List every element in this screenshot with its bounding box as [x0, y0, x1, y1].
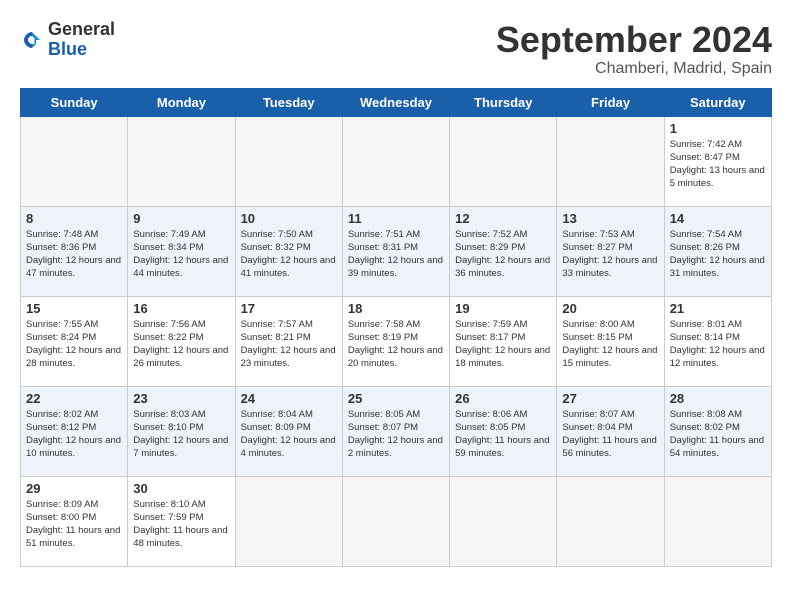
table-row: 27Sunrise: 8:07 AM Sunset: 8:04 PM Dayli… — [557, 386, 664, 476]
header-friday: Friday — [557, 88, 664, 116]
header-wednesday: Wednesday — [342, 88, 449, 116]
weekday-header-row: Sunday Monday Tuesday Wednesday Thursday… — [21, 88, 772, 116]
table-row: 1Sunrise: 7:42 AM Sunset: 8:47 PM Daylig… — [664, 116, 771, 206]
table-row — [235, 476, 342, 566]
table-row: 12Sunrise: 7:52 AM Sunset: 8:29 PM Dayli… — [450, 206, 557, 296]
table-row — [235, 116, 342, 206]
table-row: 10Sunrise: 7:50 AM Sunset: 8:32 PM Dayli… — [235, 206, 342, 296]
title-section: September 2024 Chamberi, Madrid, Spain — [496, 20, 772, 78]
table-row: 19Sunrise: 7:59 AM Sunset: 8:17 PM Dayli… — [450, 296, 557, 386]
header: General Blue September 2024 Chamberi, Ma… — [20, 20, 772, 78]
location-title: Chamberi, Madrid, Spain — [496, 60, 772, 78]
table-row: 26Sunrise: 8:06 AM Sunset: 8:05 PM Dayli… — [450, 386, 557, 476]
header-thursday: Thursday — [450, 88, 557, 116]
table-row — [128, 116, 235, 206]
header-tuesday: Tuesday — [235, 88, 342, 116]
table-row: 11Sunrise: 7:51 AM Sunset: 8:31 PM Dayli… — [342, 206, 449, 296]
page-container: General Blue September 2024 Chamberi, Ma… — [20, 20, 772, 567]
logo-icon — [20, 28, 44, 52]
logo: General Blue — [20, 20, 115, 60]
table-row: 15Sunrise: 7:55 AM Sunset: 8:24 PM Dayli… — [21, 296, 128, 386]
table-row: 17Sunrise: 7:57 AM Sunset: 8:21 PM Dayli… — [235, 296, 342, 386]
table-row: 20Sunrise: 8:00 AM Sunset: 8:15 PM Dayli… — [557, 296, 664, 386]
table-row: 14Sunrise: 7:54 AM Sunset: 8:26 PM Dayli… — [664, 206, 771, 296]
table-row: 8Sunrise: 7:48 AM Sunset: 8:36 PM Daylig… — [21, 206, 128, 296]
table-row — [664, 476, 771, 566]
header-monday: Monday — [128, 88, 235, 116]
table-row: 18Sunrise: 7:58 AM Sunset: 8:19 PM Dayli… — [342, 296, 449, 386]
table-row — [342, 116, 449, 206]
table-row: 13Sunrise: 7:53 AM Sunset: 8:27 PM Dayli… — [557, 206, 664, 296]
table-row: 16Sunrise: 7:56 AM Sunset: 8:22 PM Dayli… — [128, 296, 235, 386]
month-title: September 2024 — [496, 20, 772, 60]
logo-text: General Blue — [48, 20, 115, 60]
table-row: 29Sunrise: 8:09 AM Sunset: 8:00 PM Dayli… — [21, 476, 128, 566]
table-row: 21Sunrise: 8:01 AM Sunset: 8:14 PM Dayli… — [664, 296, 771, 386]
table-row: 25Sunrise: 8:05 AM Sunset: 8:07 PM Dayli… — [342, 386, 449, 476]
calendar-table: Sunday Monday Tuesday Wednesday Thursday… — [20, 88, 772, 567]
table-row — [21, 116, 128, 206]
table-row: 28Sunrise: 8:08 AM Sunset: 8:02 PM Dayli… — [664, 386, 771, 476]
table-row: 23Sunrise: 8:03 AM Sunset: 8:10 PM Dayli… — [128, 386, 235, 476]
header-saturday: Saturday — [664, 88, 771, 116]
table-row: 24Sunrise: 8:04 AM Sunset: 8:09 PM Dayli… — [235, 386, 342, 476]
table-row: 9Sunrise: 7:49 AM Sunset: 8:34 PM Daylig… — [128, 206, 235, 296]
table-row: 22Sunrise: 8:02 AM Sunset: 8:12 PM Dayli… — [21, 386, 128, 476]
table-row — [557, 476, 664, 566]
table-row — [450, 476, 557, 566]
table-row — [557, 116, 664, 206]
table-row: 30Sunrise: 8:10 AM Sunset: 7:59 PM Dayli… — [128, 476, 235, 566]
header-sunday: Sunday — [21, 88, 128, 116]
table-row — [342, 476, 449, 566]
table-row — [450, 116, 557, 206]
